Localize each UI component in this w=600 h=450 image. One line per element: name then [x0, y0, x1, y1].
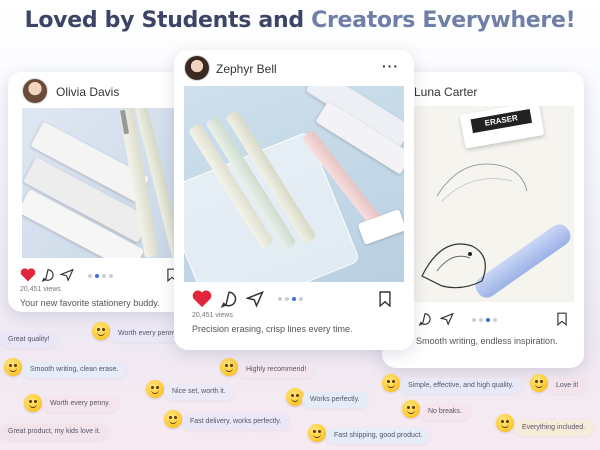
- comment-icon[interactable]: [220, 290, 238, 308]
- post-caption: Smooth writing, endless inspiration.: [416, 336, 558, 346]
- sketch-lines: [436, 163, 528, 202]
- review-bubble: Simple, effective, and high quality.: [400, 378, 522, 394]
- more-icon[interactable]: ···: [382, 58, 399, 74]
- page-headline: Loved by Students and Creators Everywher…: [0, 8, 600, 33]
- heart-eyes-emoji-icon: [530, 374, 548, 392]
- carousel-indicator[interactable]: [278, 297, 303, 301]
- review-bubble: Great quality!: [0, 332, 58, 348]
- post-username[interactable]: Zephyr Bell: [216, 62, 277, 76]
- post-username[interactable]: Olivia Davis: [56, 85, 119, 99]
- party-emoji-icon: [308, 424, 326, 442]
- post-photo[interactable]: [184, 86, 404, 282]
- post-caption: Precision erasing, crisp lines every tim…: [192, 324, 353, 334]
- view-count: 20,451 views: [20, 286, 61, 293]
- heart-icon[interactable]: [20, 268, 36, 282]
- post-photo[interactable]: [22, 108, 186, 258]
- review-bubble: Love it!: [548, 378, 587, 394]
- comment-icon[interactable]: [418, 312, 432, 326]
- bookmark-icon[interactable]: [378, 290, 392, 308]
- share-icon[interactable]: [246, 290, 264, 308]
- eraser-label: ERASER: [470, 108, 533, 134]
- share-icon[interactable]: [440, 312, 454, 326]
- review-bubble: Everything included.: [514, 420, 594, 436]
- review-bubble: Nice set, worth it.: [164, 384, 234, 400]
- smile-emoji-icon: [92, 322, 110, 340]
- headline-text: Loved by Students and: [24, 8, 312, 33]
- love-emoji-icon: [164, 410, 182, 428]
- share-icon[interactable]: [60, 268, 74, 282]
- heart-eyes-emoji-icon: [24, 394, 42, 412]
- avatar[interactable]: [22, 78, 48, 104]
- review-bubble: Highly recommend!: [238, 362, 315, 378]
- love-emoji-icon: [402, 400, 420, 418]
- post-card-zephyr[interactable]: Zephyr Bell ··· 20,451 views Precision e…: [174, 50, 414, 350]
- post-username[interactable]: Luna Carter: [414, 85, 477, 99]
- headline-accent-text: Creators Everywhere!: [311, 8, 576, 33]
- heart-icon[interactable]: [192, 290, 212, 308]
- carousel-indicator[interactable]: [472, 318, 497, 322]
- post-caption: Your new favorite stationery buddy.: [20, 298, 160, 308]
- grin-emoji-icon: [496, 414, 514, 432]
- wink-emoji-icon: [382, 374, 400, 392]
- sunglasses-emoji-icon: [146, 380, 164, 398]
- penguin-sketch: [421, 243, 486, 289]
- cool-emoji-icon: [220, 358, 238, 376]
- review-bubble: Smooth writing, clean erase.: [22, 362, 127, 378]
- review-bubble: Great product, my kids love it.: [0, 424, 109, 440]
- review-bubble: Works perfectly.: [302, 392, 368, 408]
- post-card-olivia[interactable]: Olivia Davis 20,451 views Your new favor…: [8, 72, 186, 312]
- view-count: 20,451 views: [192, 312, 233, 319]
- review-bubble: Fast delivery, works perfectly.: [182, 414, 290, 430]
- eraser-block: ERASER: [459, 106, 545, 149]
- avatar[interactable]: [184, 55, 210, 81]
- bookmark-icon[interactable]: [556, 312, 568, 326]
- review-bubble: Worth every penny.: [42, 396, 119, 412]
- carousel-indicator[interactable]: [88, 274, 113, 278]
- comment-icon[interactable]: [41, 268, 55, 282]
- laugh-emoji-icon: [4, 358, 22, 376]
- review-bubble: Fast shipping, good product.: [326, 428, 431, 444]
- post-photo[interactable]: ERASER: [392, 106, 574, 302]
- review-bubble: No breaks.: [420, 404, 470, 420]
